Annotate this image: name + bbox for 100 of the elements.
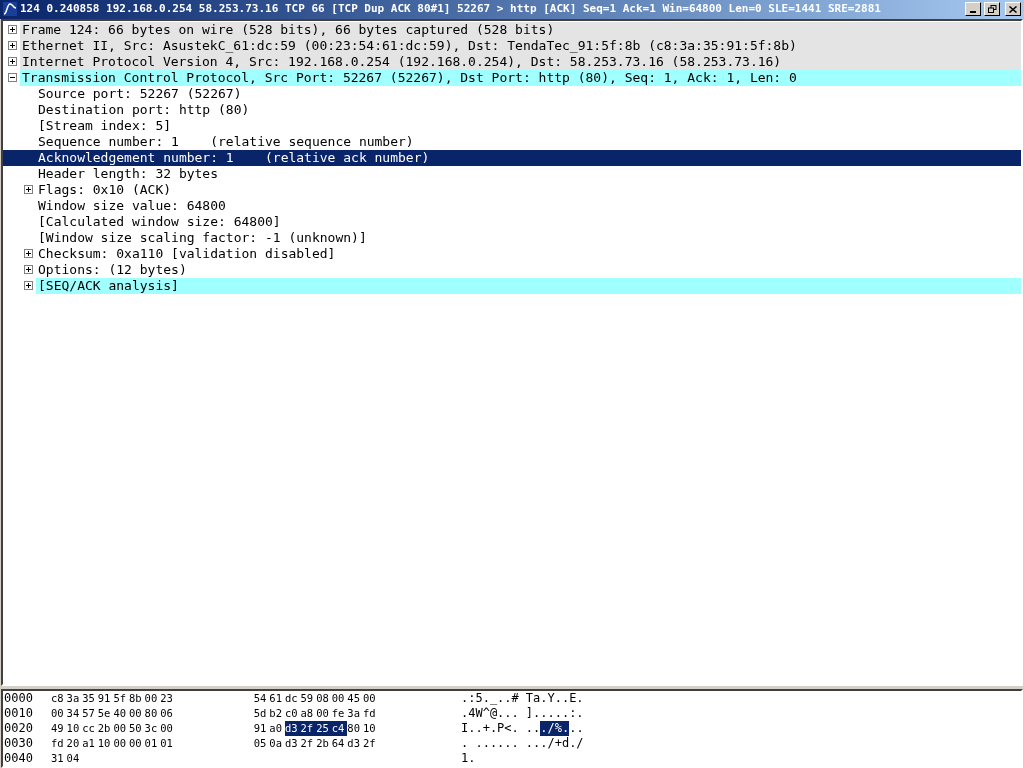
- hex-byte[interactable]: 5e: [97, 706, 114, 721]
- tree-item[interactable]: Destination port: http (80): [36, 101, 1021, 118]
- tree-item[interactable]: Frame 124: 66 bytes on wire (528 bits), 66 bytes captured (528 bits): [20, 21, 1021, 38]
- ascii-text[interactable]: .../+d./: [525, 736, 584, 751]
- hex-byte[interactable]: a8: [300, 706, 317, 721]
- hex-byte[interactable]: 20: [66, 736, 83, 751]
- hex-byte[interactable]: 25: [316, 721, 332, 736]
- hex-byte[interactable]: 2b: [97, 721, 114, 736]
- ascii-text[interactable]: ./%.: [540, 721, 570, 736]
- tree-item[interactable]: Header length: 32 bytes: [36, 165, 1021, 182]
- hex-byte[interactable]: 00: [316, 706, 332, 721]
- tree-item[interactable]: [SEQ/ACK analysis]: [36, 277, 1021, 294]
- hex-byte[interactable]: 57: [82, 706, 98, 721]
- hex-byte[interactable]: 2f: [362, 736, 379, 751]
- hex-byte[interactable]: 10: [66, 721, 83, 736]
- hex-byte[interactable]: 5d: [253, 706, 270, 721]
- hex-byte[interactable]: 54: [253, 691, 270, 706]
- expand-icon[interactable]: [8, 57, 17, 67]
- tree-item[interactable]: Checksum: 0xa110 [validation disabled]: [36, 245, 1021, 262]
- hex-byte[interactable]: 3c: [144, 721, 161, 736]
- expand-icon[interactable]: [24, 249, 33, 259]
- hex-byte[interactable]: fd: [51, 736, 67, 751]
- hex-byte[interactable]: 35: [82, 691, 98, 706]
- hex-byte[interactable]: 61: [269, 691, 285, 706]
- hex-byte[interactable]: 50: [128, 721, 145, 736]
- hex-byte[interactable]: a0: [269, 721, 285, 736]
- hex-byte[interactable]: 80: [144, 706, 161, 721]
- hex-byte[interactable]: 01: [160, 736, 176, 751]
- hex-byte[interactable]: 00: [362, 691, 379, 706]
- hex-byte[interactable]: 34: [66, 706, 83, 721]
- ascii-text[interactable]: . ......: [461, 736, 519, 751]
- hex-byte[interactable]: 01: [144, 736, 161, 751]
- hex-byte[interactable]: 00: [113, 736, 129, 751]
- hex-byte[interactable]: 00: [128, 706, 145, 721]
- hex-byte[interactable]: 05: [253, 736, 270, 751]
- ascii-text[interactable]: Ta.Y..E.: [525, 691, 584, 706]
- hex-byte[interactable]: 91: [97, 691, 114, 706]
- hex-byte[interactable]: 40: [113, 706, 129, 721]
- hex-byte[interactable]: 08: [316, 691, 332, 706]
- hex-byte[interactable]: 0a: [269, 736, 285, 751]
- hex-byte[interactable]: 00: [51, 706, 67, 721]
- hex-byte[interactable]: 00: [160, 721, 176, 736]
- minimize-button[interactable]: [965, 2, 981, 17]
- hex-byte[interactable]: 00: [113, 721, 129, 736]
- tree-item[interactable]: [Window size scaling factor: -1 (unknown)]: [36, 229, 1021, 246]
- ascii-text[interactable]: .4W^@...: [461, 706, 519, 721]
- hex-byte[interactable]: 3a: [347, 706, 363, 721]
- expand-icon[interactable]: [24, 185, 33, 195]
- restore-button[interactable]: [984, 2, 1000, 17]
- hex-byte[interactable]: c8: [51, 691, 67, 706]
- tree-item[interactable]: Sequence number: 1 (relative sequence number): [36, 133, 1021, 150]
- ascii-text[interactable]: ..: [525, 721, 541, 736]
- hex-byte[interactable]: 59: [300, 691, 317, 706]
- hex-byte[interactable]: fd: [362, 706, 379, 721]
- expand-icon[interactable]: [8, 25, 17, 35]
- hex-byte[interactable]: 45: [347, 691, 363, 706]
- hex-byte[interactable]: d3: [284, 736, 301, 751]
- hex-byte[interactable]: b2: [269, 706, 285, 721]
- tree-item[interactable]: Acknowledgement number: 1 (relative ack number): [3, 149, 1021, 166]
- hex-byte[interactable]: 00: [128, 736, 145, 751]
- hex-byte[interactable]: 80: [347, 721, 363, 736]
- tree-item[interactable]: Window size value: 64800: [36, 197, 1021, 214]
- hex-byte[interactable]: 00: [144, 691, 161, 706]
- tree-item[interactable]: Options: (12 bytes): [36, 261, 1021, 278]
- hex-byte[interactable]: 06: [160, 706, 176, 721]
- tree-item[interactable]: Flags: 0x10 (ACK): [36, 181, 1021, 198]
- expand-icon[interactable]: [24, 265, 33, 275]
- collapse-icon[interactable]: [8, 73, 17, 83]
- hex-byte[interactable]: dc: [284, 691, 301, 706]
- hex-byte[interactable]: c0: [284, 706, 301, 721]
- ascii-text[interactable]: I..+.P<.: [461, 721, 519, 736]
- hex-byte[interactable]: 8b: [128, 691, 145, 706]
- hex-byte[interactable]: 49: [51, 721, 67, 736]
- hex-byte[interactable]: 10: [97, 736, 114, 751]
- ascii-text[interactable]: 1.: [461, 751, 476, 766]
- hex-byte[interactable]: a1: [82, 736, 98, 751]
- hex-byte[interactable]: 2f: [300, 736, 317, 751]
- hex-byte[interactable]: 31: [51, 751, 67, 766]
- tree-item[interactable]: [Stream index: 5]: [36, 117, 1021, 134]
- hex-byte[interactable]: d3: [347, 736, 363, 751]
- hex-byte[interactable]: 64: [331, 736, 348, 751]
- ascii-text[interactable]: .:5._..#: [461, 691, 519, 706]
- hex-byte[interactable]: 3a: [66, 691, 83, 706]
- expand-icon[interactable]: [24, 281, 33, 291]
- hex-byte[interactable]: 2b: [316, 736, 332, 751]
- ascii-text[interactable]: ..: [569, 721, 584, 736]
- hex-byte[interactable]: 04: [66, 751, 83, 766]
- ascii-text[interactable]: ].....:.: [525, 706, 584, 721]
- hex-byte[interactable]: d3: [284, 721, 301, 736]
- expand-icon[interactable]: [8, 41, 17, 51]
- hex-byte[interactable]: 91: [253, 721, 270, 736]
- tree-item[interactable]: [Calculated window size: 64800]: [36, 213, 1021, 230]
- hex-byte[interactable]: fe: [331, 706, 348, 721]
- hex-byte[interactable]: 23: [160, 691, 176, 706]
- hex-byte[interactable]: 10: [362, 721, 379, 736]
- tree-item[interactable]: Source port: 52267 (52267): [36, 85, 1021, 102]
- close-button[interactable]: [1005, 2, 1021, 17]
- hex-byte[interactable]: cc: [82, 721, 98, 736]
- hex-byte[interactable]: 00: [331, 691, 348, 706]
- hex-byte[interactable]: 5f: [113, 691, 129, 706]
